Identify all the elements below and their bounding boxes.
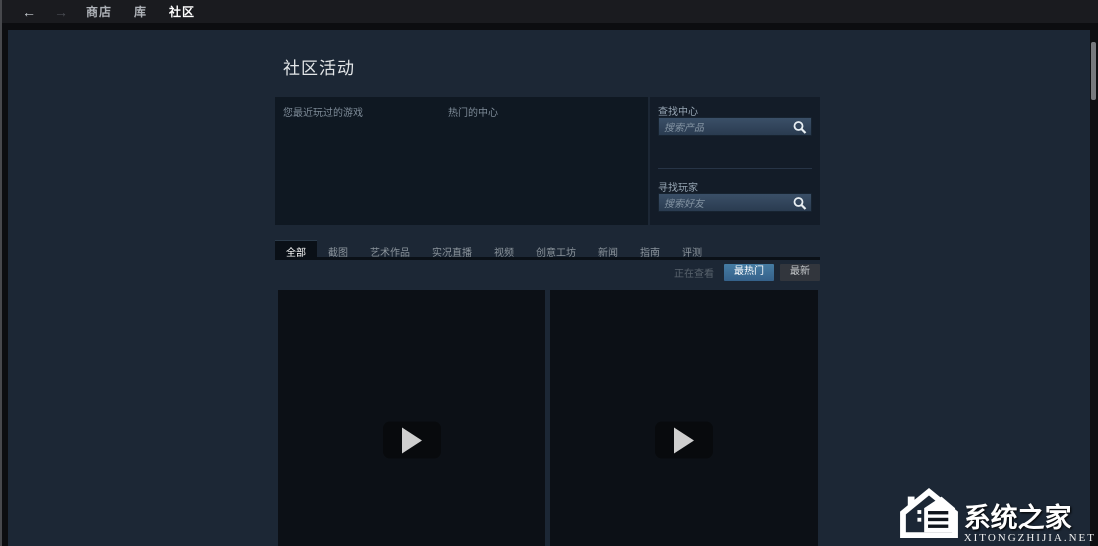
window-frame-edge	[0, 0, 2, 546]
house-icon	[898, 485, 960, 544]
recent-games-label: 您最近玩过的游戏	[283, 104, 363, 119]
hubs-overview-panel: 您最近玩过的游戏 热门的中心	[275, 97, 648, 225]
main-content-panel: 社区活动 您最近玩过的游戏 热门的中心 查找中心 寻找玩家	[8, 30, 1090, 546]
top-navigation-bar: ← → 商店 库 社区	[0, 0, 1098, 23]
tab-workshop[interactable]: 创意工坊	[525, 240, 587, 257]
friends-search-field	[658, 193, 812, 212]
newest-filter-button[interactable]: 最新	[780, 264, 820, 281]
watermark-site-url: XITONGZHIJIA.NET	[964, 532, 1096, 544]
page-title: 社区活动	[283, 54, 355, 79]
tab-videos[interactable]: 视频	[483, 240, 525, 257]
vertical-scrollbar[interactable]	[1090, 30, 1098, 546]
tab-all[interactable]: 全部	[275, 240, 317, 257]
scrollbar-thumb[interactable]	[1091, 42, 1096, 100]
tabs-underline	[275, 257, 820, 260]
site-watermark: 系统之家 XITONGZHIJIA.NET	[898, 485, 1096, 544]
find-hubs-label: 查找中心	[658, 103, 698, 118]
product-search-input[interactable]	[659, 120, 789, 137]
friends-search-input[interactable]	[659, 196, 789, 213]
search-panel-divider	[658, 168, 812, 169]
watermark-site-name: 系统之家	[964, 504, 1072, 532]
nav-community[interactable]: 社区	[169, 3, 195, 20]
play-icon[interactable]	[383, 422, 441, 459]
filter-row: 正在查看 最热门 最新	[275, 264, 820, 280]
tab-guides[interactable]: 指南	[629, 240, 671, 257]
search-icon[interactable]	[792, 120, 808, 135]
search-panel: 查找中心 寻找玩家	[650, 97, 820, 225]
product-search-field	[658, 117, 812, 136]
content-tabs: 全部 截图 艺术作品 实况直播 视频 创意工坊 新闻 指南 评测	[275, 240, 820, 257]
tab-screenshots[interactable]: 截图	[317, 240, 359, 257]
tab-news[interactable]: 新闻	[587, 240, 629, 257]
popular-hubs-label: 热门的中心	[448, 104, 498, 119]
play-icon[interactable]	[655, 422, 713, 459]
find-players-label: 寻找玩家	[658, 179, 698, 194]
search-icon[interactable]	[792, 196, 808, 211]
video-card-2[interactable]	[550, 290, 818, 546]
hottest-filter-button[interactable]: 最热门	[724, 264, 774, 281]
tab-reviews[interactable]: 评测	[671, 240, 713, 257]
tab-artwork[interactable]: 艺术作品	[359, 240, 421, 257]
nav-store[interactable]: 商店	[86, 3, 112, 20]
nav-library[interactable]: 库	[134, 3, 147, 20]
watermark-text: 系统之家 XITONGZHIJIA.NET	[964, 504, 1096, 544]
video-card-1[interactable]	[278, 290, 545, 546]
forward-arrow-icon[interactable]: →	[54, 5, 68, 19]
viewing-label: 正在查看	[674, 265, 714, 280]
tab-broadcasts[interactable]: 实况直播	[421, 240, 483, 257]
back-arrow-icon[interactable]: ←	[22, 5, 36, 19]
